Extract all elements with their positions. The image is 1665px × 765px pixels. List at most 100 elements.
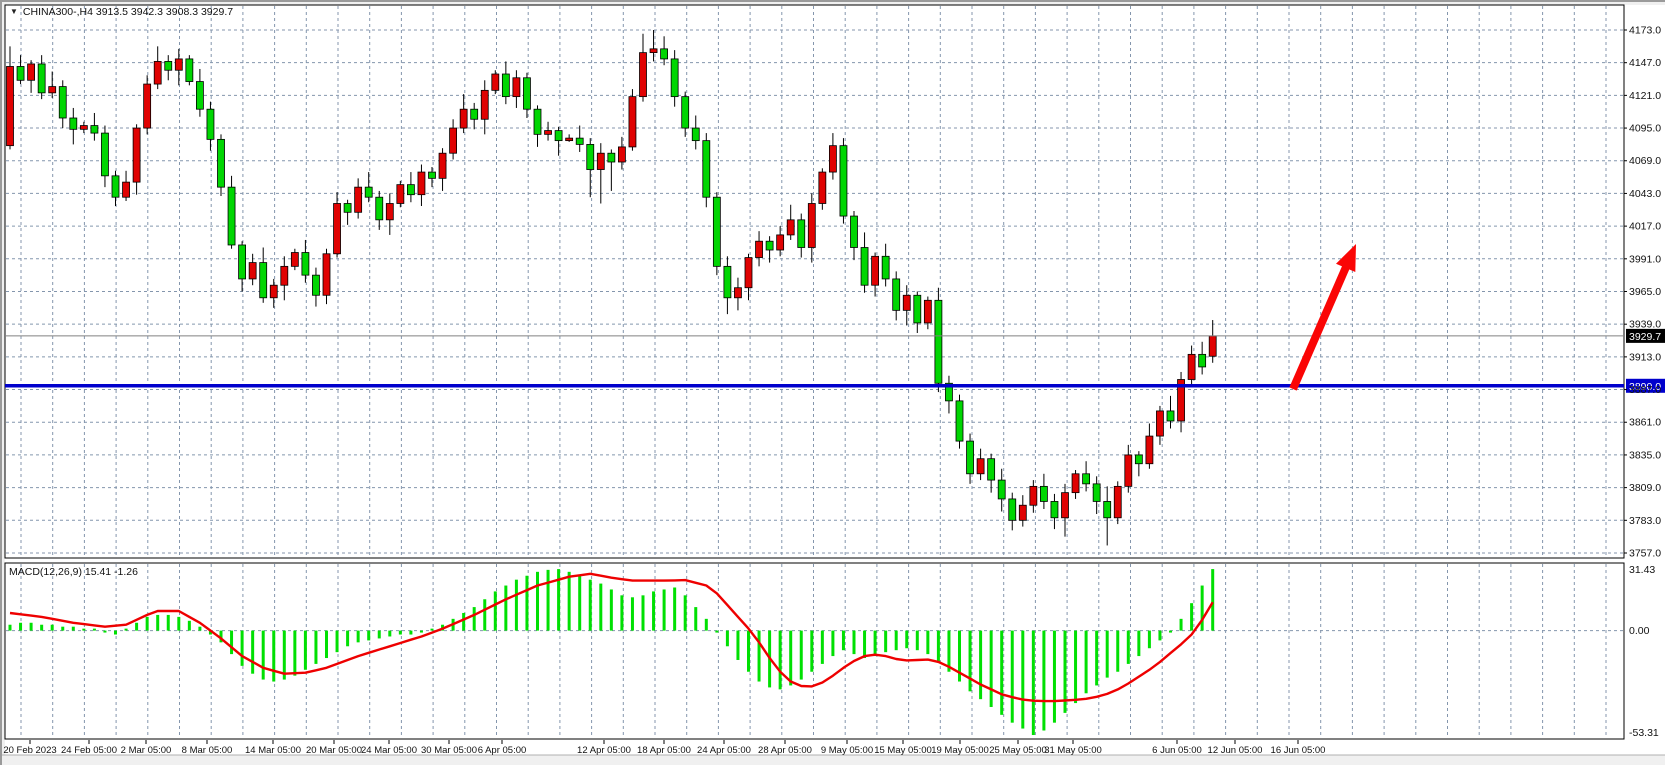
candle-body	[829, 146, 836, 172]
time-axis-label: 19 May 05:00	[931, 745, 989, 756]
macd-histogram-bar	[156, 615, 159, 631]
macd-histogram-bar	[673, 588, 676, 631]
candle-body	[323, 254, 330, 295]
candle-body	[671, 59, 678, 97]
macd-histogram-bar	[462, 613, 465, 631]
macd-axis-label: 0.00	[1629, 625, 1650, 637]
macd-histogram-bar	[293, 631, 296, 676]
candle-body	[650, 49, 657, 53]
macd-histogram-bar	[504, 586, 507, 631]
macd-histogram-bar	[251, 631, 254, 674]
candle-body	[291, 253, 298, 267]
candle-body	[49, 87, 56, 93]
candle-body	[1083, 474, 1090, 484]
time-axis-label: 12 Jun 05:00	[1208, 745, 1263, 756]
macd-histogram-bar	[399, 631, 402, 635]
time-axis-label: 24 Mar 05:00	[361, 745, 417, 756]
candle-body	[207, 109, 214, 139]
macd-histogram-bar	[1042, 631, 1045, 731]
macd-histogram-bar	[547, 570, 550, 631]
macd-indicator-label: MACD(12,26,9) 15.41 -1.26	[9, 566, 138, 578]
macd-histogram-bar	[103, 631, 106, 633]
candle-body	[196, 82, 203, 110]
macd-histogram-bar	[262, 631, 265, 680]
macd-histogram-bar	[198, 627, 201, 631]
candle-body	[798, 220, 805, 248]
macd-histogram-bar	[1021, 631, 1024, 729]
macd-histogram-bar	[536, 572, 539, 631]
macd-histogram-bar	[1074, 631, 1077, 703]
candle-body	[924, 300, 931, 323]
chart-canvas[interactable]: 3890.0 3929.7 4173.04147.04121.04095.040…	[2, 2, 1665, 765]
macd-histogram-bar	[325, 631, 328, 658]
macd-histogram-bar	[1085, 631, 1088, 694]
candle-body	[956, 401, 963, 441]
macd-histogram-bar	[1116, 631, 1119, 672]
price-axis-label: 3809.0	[1629, 482, 1661, 494]
candle-body	[777, 235, 784, 250]
candle-body	[502, 74, 509, 97]
macd-histogram-bar	[726, 631, 729, 647]
macd-histogram-bar	[652, 591, 655, 630]
price-axis-label: 4017.0	[1629, 221, 1661, 233]
macd-histogram-bar	[367, 631, 370, 641]
trading-chart-window: 3890.0 3929.7 4173.04147.04121.04095.040…	[0, 0, 1665, 765]
price-axis-label: 4147.0	[1629, 57, 1661, 69]
candle-body	[1199, 354, 1206, 367]
macd-histogram-bar	[494, 591, 497, 630]
candle-body	[1146, 436, 1153, 464]
macd-histogram-bar	[51, 625, 54, 631]
time-axis-label: 2 Mar 05:00	[121, 745, 172, 756]
candle-body	[1019, 505, 1026, 520]
macd-axis-label: 31.43	[1629, 564, 1655, 576]
price-axis-label: 4173.0	[1629, 25, 1661, 37]
macd-histogram-bar	[620, 595, 623, 630]
macd-histogram-bar	[125, 629, 128, 631]
price-axis-label: 3757.0	[1629, 547, 1661, 559]
chevron-down-icon[interactable]: ▼	[10, 8, 18, 16]
macd-histogram-bar	[599, 584, 602, 631]
macd-histogram-bar	[663, 589, 666, 630]
macd-histogram-bar	[1127, 631, 1130, 664]
macd-histogram-bar	[694, 607, 697, 631]
macd-histogram-bar	[631, 597, 634, 630]
price-axis-label: 3783.0	[1629, 515, 1661, 527]
macd-histogram-bar	[346, 631, 349, 647]
macd-histogram-bar	[272, 631, 275, 682]
candle-body	[1072, 474, 1079, 493]
macd-histogram-bar	[789, 631, 792, 686]
candle-body	[523, 78, 530, 109]
macd-histogram-bar	[114, 631, 117, 635]
macd-histogram-bar	[431, 629, 434, 631]
macd-histogram-bar	[420, 631, 423, 633]
candle-body	[640, 53, 647, 97]
candle-body	[407, 185, 414, 195]
time-axis-label: 9 May 05:00	[821, 745, 873, 756]
macd-axis-label: -53.31	[1629, 727, 1659, 739]
candle-body	[977, 459, 984, 474]
macd-histogram-bar	[916, 631, 919, 651]
macd-histogram-bar	[684, 595, 687, 630]
candle-body	[70, 118, 77, 129]
macd-histogram-bar	[1148, 631, 1151, 649]
time-axis-label: 31 May 05:00	[1044, 745, 1102, 756]
macd-histogram-bar	[1137, 631, 1140, 656]
macd-histogram-bar	[336, 631, 339, 653]
macd-histogram-bar	[314, 631, 317, 664]
macd-histogram-bar	[388, 631, 391, 637]
macd-histogram-bar	[874, 631, 877, 656]
candle-body	[534, 109, 541, 134]
candle-body	[1156, 411, 1163, 436]
candle-body	[513, 78, 520, 97]
candle-body	[566, 138, 573, 141]
macd-histogram-bar	[990, 631, 993, 707]
macd-histogram-bar	[82, 629, 85, 631]
candle-body	[112, 176, 119, 197]
macd-histogram-bar	[905, 631, 908, 649]
candle-body	[555, 131, 562, 141]
candle-body	[186, 59, 193, 82]
candle-body	[1062, 493, 1069, 518]
candle-body	[481, 90, 488, 119]
macd-histogram-bar	[610, 589, 613, 630]
symbol-header[interactable]: ▼ CHINA300-,H4 3913.5 3942.3 3908.3 3929…	[10, 6, 233, 18]
